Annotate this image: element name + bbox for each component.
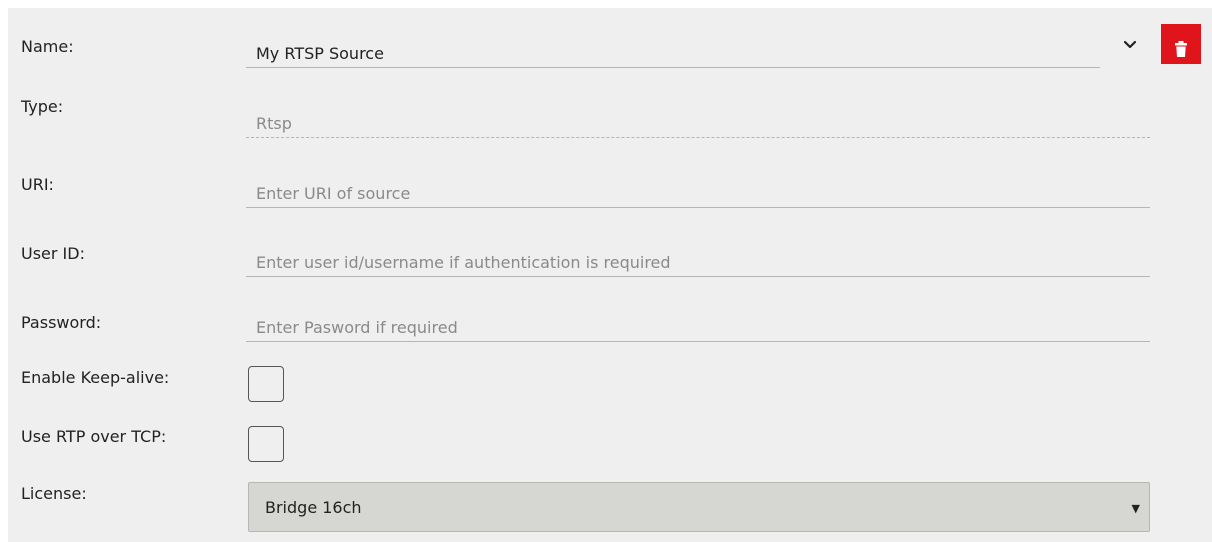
- name-input[interactable]: My RTSP Source: [246, 38, 1100, 68]
- type-underline: [246, 137, 1150, 138]
- uri-input[interactable]: Enter URI of source: [246, 178, 1150, 208]
- delete-source-button[interactable]: [1161, 24, 1201, 64]
- password-input[interactable]: Enter Pasword if required: [246, 312, 1150, 342]
- license-select[interactable]: Bridge 16ch ▼: [248, 482, 1150, 532]
- password-placeholder: Enter Pasword if required: [256, 318, 458, 337]
- uri-placeholder: Enter URI of source: [256, 184, 411, 203]
- uri-underline: [246, 207, 1150, 208]
- name-value: My RTSP Source: [256, 44, 384, 63]
- rtp-over-tcp-checkbox[interactable]: [248, 426, 284, 462]
- source-settings-panel: Name: My RTSP Source Type: Rtsp URI: Ent…: [8, 8, 1212, 542]
- name-label: Name:: [21, 37, 74, 56]
- user-id-underline: [246, 276, 1150, 277]
- trash-icon: [1161, 41, 1201, 57]
- chevron-down-icon[interactable]: [1120, 35, 1140, 55]
- name-underline: [246, 67, 1100, 68]
- type-readonly-field: Rtsp: [246, 108, 1150, 138]
- keep-alive-label: Enable Keep-alive:: [21, 368, 170, 387]
- user-id-label: User ID:: [21, 244, 85, 263]
- password-label: Password:: [21, 313, 102, 332]
- user-id-input[interactable]: Enter user id/username if authentication…: [246, 247, 1150, 277]
- caret-down-icon: ▼: [1131, 502, 1140, 515]
- uri-label: URI:: [21, 175, 54, 194]
- rtp-over-tcp-label: Use RTP over TCP:: [21, 427, 167, 446]
- user-id-placeholder: Enter user id/username if authentication…: [256, 253, 671, 272]
- license-selected-value: Bridge 16ch: [265, 498, 362, 517]
- keep-alive-checkbox[interactable]: [248, 366, 284, 402]
- license-label: License:: [21, 484, 87, 503]
- type-label: Type:: [21, 97, 64, 116]
- password-underline: [246, 341, 1150, 342]
- type-value: Rtsp: [256, 114, 292, 133]
